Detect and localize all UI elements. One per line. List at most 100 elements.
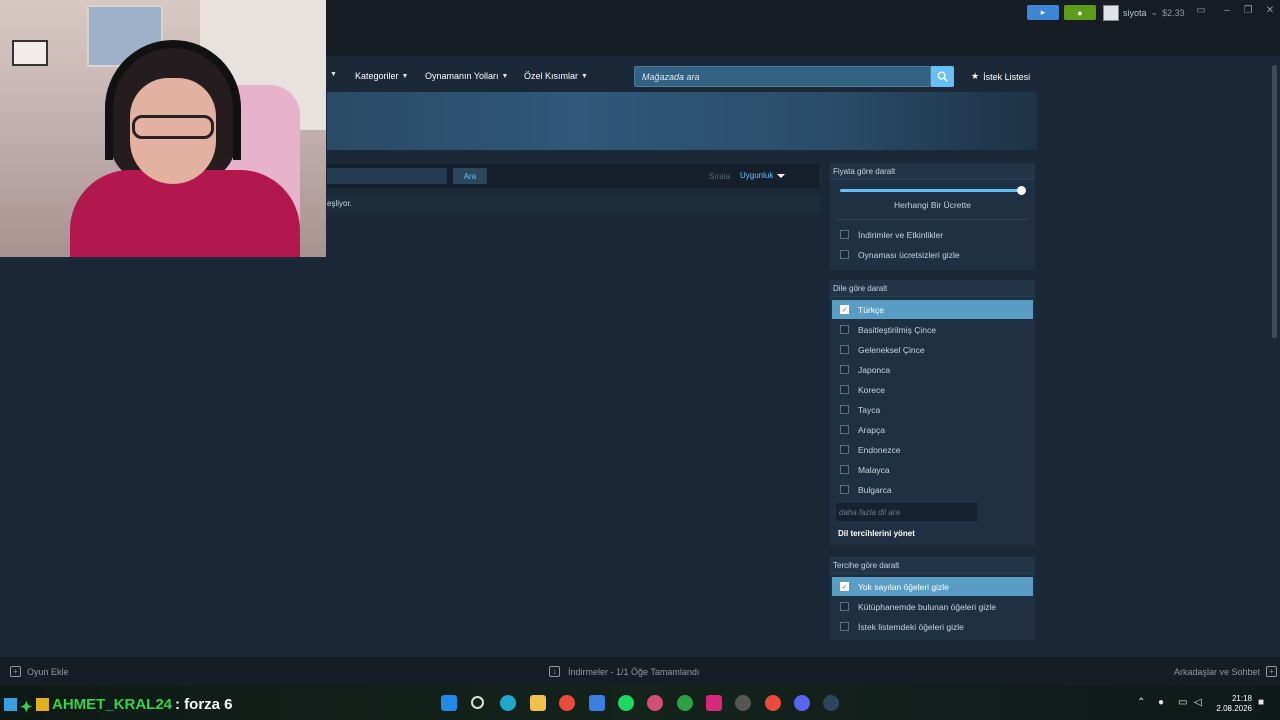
instagram-icon[interactable] (706, 695, 722, 711)
obs-icon[interactable] (735, 695, 751, 711)
language-option[interactable]: Malayca (832, 460, 1033, 479)
app-icon[interactable] (647, 695, 663, 711)
webcam-overlay (0, 0, 326, 257)
sort-value: Uygunluk (740, 171, 774, 180)
chevron-down-icon: ⌄ (1150, 7, 1159, 17)
checkbox[interactable] (840, 365, 849, 374)
wishlist-button[interactable]: ★ İstek Listesi (971, 71, 1030, 82)
checkbox-label: Türkçe (858, 304, 884, 315)
checkbox[interactable] (840, 622, 849, 631)
language-option[interactable]: Japonca (832, 360, 1033, 379)
checkbox-label: Bulgarca (858, 484, 892, 495)
search-button[interactable] (931, 66, 954, 87)
downloads-button[interactable]: ↓ İndirmeler - 1/1 Öğe Tamamlandı (549, 666, 699, 677)
minimize-button[interactable]: – (1220, 5, 1234, 16)
add-game-button[interactable]: + Oyun Ekle (10, 666, 69, 677)
announcements-button[interactable]: ▸ (1027, 5, 1059, 20)
filter-hide-free[interactable]: Oynaması ücretsizleri gizle (832, 245, 1033, 264)
language-option-turkish[interactable]: ✓ Türkçe (832, 300, 1033, 319)
chevron-down-icon: ▼ (330, 71, 337, 78)
language-option[interactable]: Tayca (832, 400, 1033, 419)
filter-hide-wishlisted[interactable]: İstek listemdeki öğeleri gizle (832, 617, 1033, 636)
xbox-icon[interactable] (677, 695, 693, 711)
chat-username: AHMET_KRAL24 (52, 696, 173, 713)
chat-message: : forza 6 (175, 696, 233, 713)
discord-icon[interactable] (794, 695, 810, 711)
checkbox[interactable] (840, 345, 849, 354)
store-search-input[interactable] (635, 67, 930, 86)
network-icon[interactable]: ▭ (1178, 697, 1187, 708)
checkbox[interactable] (840, 485, 849, 494)
steam-icon[interactable] (823, 695, 839, 711)
divider (836, 219, 1029, 220)
checkbox-label: Tayca (858, 404, 881, 415)
chrome-icon[interactable] (559, 695, 575, 711)
language-option[interactable]: Korece (832, 380, 1033, 399)
language-option[interactable]: Bulgarca (832, 480, 1033, 499)
filter-hide-ignored[interactable]: ✓ Yok sayılan öğeleri gizle (832, 577, 1033, 596)
checkbox-label: Basitleştirilmiş Çince (858, 324, 936, 335)
page-scrollbar[interactable] (1272, 65, 1277, 338)
search-term-input[interactable] (327, 168, 447, 184)
price-slider-track[interactable] (840, 189, 1021, 192)
nav-item-label: Kategoriler (355, 71, 399, 81)
nav-item-special-sections[interactable]: Özel Kısımlar ▼ (524, 71, 588, 81)
streamer-sweater (70, 170, 300, 257)
spotify-icon[interactable] (618, 695, 634, 711)
checkbox[interactable] (840, 602, 849, 611)
chevron-down-icon: ▼ (401, 72, 409, 80)
manage-language-prefs-link[interactable]: Dil tercihlerini yönet (838, 529, 915, 538)
price-filter-panel: Fiyata göre daralt Herhangi Bir Ücrette … (830, 163, 1035, 270)
star-icon: ★ (971, 71, 980, 81)
notifications-button[interactable]: ● (1064, 5, 1096, 20)
checkbox-checked[interactable]: ✓ (840, 582, 849, 591)
account-menu[interactable]: siyota ⌄ $2.33 (1103, 4, 1185, 21)
checkbox[interactable] (840, 405, 849, 414)
filter-hide-owned[interactable]: Kütüphanemde bulunan öğeleri gizle (832, 597, 1033, 616)
language-option[interactable]: Arapça (832, 420, 1033, 439)
nav-item-ways-to-play[interactable]: Oynamanın Yolları ▼ (425, 71, 508, 81)
checkbox[interactable] (840, 230, 849, 239)
search-banner (327, 92, 1037, 150)
windows-start-icon[interactable] (441, 695, 457, 711)
system-clock[interactable]: 21:18 2.08.2026 (1212, 694, 1252, 714)
microphone-icon[interactable]: ● (1158, 697, 1164, 708)
checkbox-checked[interactable]: ✓ (840, 305, 849, 314)
language-option[interactable]: Endonezce (832, 440, 1033, 459)
big-picture-icon[interactable]: ▭ (1194, 5, 1208, 16)
edge-icon[interactable] (500, 695, 516, 711)
search-icon (937, 71, 948, 82)
search-submit-button[interactable]: Ara (453, 168, 487, 184)
language-option[interactable]: Basitleştirilmiş Çince (832, 320, 1033, 339)
checkbox[interactable] (840, 325, 849, 334)
price-label: Herhangi Bir Ücrette (893, 200, 971, 210)
checkbox[interactable] (840, 445, 849, 454)
search-icon[interactable] (471, 696, 484, 709)
language-option[interactable]: Geleneksel Çince (832, 340, 1033, 359)
notification-center-icon[interactable]: ■ (1258, 697, 1264, 708)
results-info: eşliyor. (327, 194, 819, 214)
friends-chat-button[interactable]: Arkadaşlar ve Sohbet + (1174, 666, 1278, 677)
price-slider-handle[interactable] (1017, 186, 1026, 195)
file-explorer-icon[interactable] (530, 695, 546, 711)
maximize-button[interactable]: ❐ (1241, 5, 1255, 16)
more-languages-input[interactable] (836, 503, 977, 521)
checkbox[interactable] (840, 425, 849, 434)
sort-dropdown[interactable]: Uygunluk (740, 171, 786, 180)
checkbox[interactable] (840, 385, 849, 394)
chrome-icon-2[interactable] (765, 695, 781, 711)
chat-overlay: ✦ AHMET_KRAL24 : forza 6 (4, 696, 233, 716)
filter-discounts[interactable]: İndirimler ve Etkinlikler (832, 225, 1033, 244)
volume-icon[interactable]: ◁ (1194, 697, 1202, 708)
checkbox[interactable] (840, 465, 849, 474)
close-button[interactable]: ✕ (1263, 5, 1277, 16)
sparkle-icon: ✦ (20, 699, 33, 716)
checkbox[interactable] (840, 250, 849, 259)
language-filter-panel: Dile göre daralt ✓ Türkçe Basitleştirilm… (830, 280, 1035, 545)
tray-chevron-icon[interactable]: ⌃ (1137, 697, 1145, 708)
calendar-icon[interactable] (589, 695, 605, 711)
nav-item-categories[interactable]: Kategoriler ▼ (355, 71, 408, 81)
more-languages-search[interactable] (836, 503, 977, 521)
store-search[interactable] (634, 66, 931, 87)
nav-item-partial[interactable]: ▼ (330, 71, 337, 78)
